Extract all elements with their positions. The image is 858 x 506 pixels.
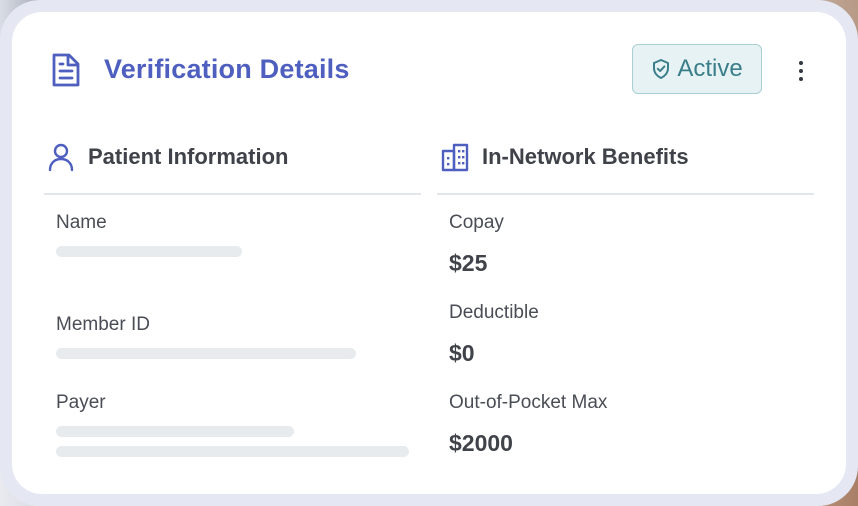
member-id-label: Member ID — [56, 314, 150, 335]
benefits-section-header: In-Network Benefits — [440, 142, 689, 172]
status-badge: Active — [632, 44, 762, 94]
name-label: Name — [56, 212, 107, 233]
out-of-pocket-max-value: $2000 — [449, 430, 513, 456]
deductible-value: $0 — [449, 340, 475, 366]
more-vertical-icon — [799, 61, 803, 65]
deductible-label: Deductible — [449, 302, 539, 323]
payer-label: Payer — [56, 392, 106, 413]
document-icon — [52, 53, 80, 87]
name-skeleton — [56, 246, 242, 257]
member-id-skeleton — [56, 348, 356, 359]
copay-value: $25 — [449, 250, 488, 276]
shield-check-icon — [653, 59, 670, 79]
user-icon — [48, 143, 74, 172]
more-options-button[interactable] — [786, 56, 816, 86]
verification-card: Verification Details Active Patient Info… — [12, 12, 846, 494]
status-label: Active — [677, 55, 743, 82]
payer-skeleton-line-1 — [56, 426, 294, 437]
page-title: Verification Details — [104, 54, 350, 84]
patient-section-header: Patient Information — [46, 142, 288, 172]
out-of-pocket-max-label: Out-of-Pocket Max — [449, 392, 608, 413]
payer-skeleton-line-2 — [56, 446, 409, 457]
copay-label: Copay — [449, 212, 504, 233]
building-icon — [441, 143, 469, 172]
benefits-section-title: In-Network Benefits — [482, 144, 689, 169]
patient-divider — [44, 193, 421, 195]
benefits-divider — [437, 193, 814, 195]
patient-section-title: Patient Information — [88, 144, 289, 169]
